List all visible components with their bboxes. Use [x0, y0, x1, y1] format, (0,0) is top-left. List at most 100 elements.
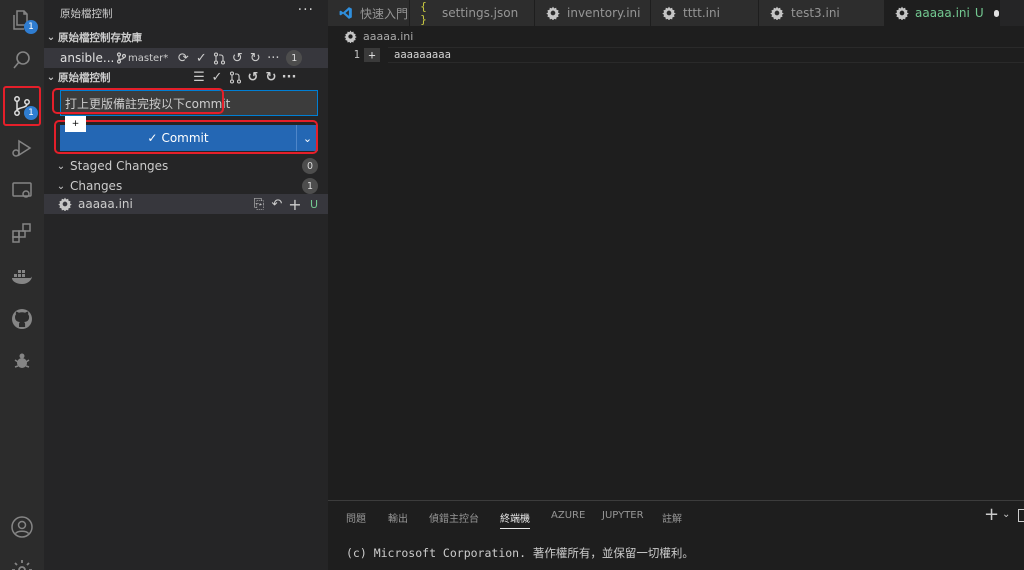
tab-tttt-ini[interactable]: tttt.ini — [651, 0, 759, 26]
chevron-down-icon: ⌄ — [56, 160, 66, 172]
source-control-sidebar: 原始檔控制 ··· ⌄ 原始檔控制存放庫 ansible... master* … — [44, 0, 328, 570]
panel-tab-jupyter[interactable]: JUPYTER — [602, 510, 644, 521]
gear-icon — [895, 6, 909, 20]
panel-tab-terminal[interactable]: 終端機 — [500, 510, 530, 529]
staged-count-badge: 0 — [302, 158, 318, 174]
panel-tab-problems[interactable]: 問題 — [346, 510, 366, 525]
explorer-badge: 1 — [24, 20, 38, 34]
refresh-icon[interactable]: ↻ — [262, 68, 280, 86]
discard-changes-icon[interactable]: ↶ — [268, 195, 286, 213]
tab-label: aaaaa.ini — [915, 6, 970, 20]
unsaved-dot-icon[interactable] — [993, 9, 999, 17]
highlight-commit-button — [54, 120, 318, 154]
search-button[interactable] — [0, 40, 44, 80]
gear-bug-icon — [14, 353, 30, 368]
repo-count-badge: 1 — [286, 50, 303, 66]
accounts-button[interactable] — [0, 507, 44, 547]
branch-indicator[interactable]: master* — [116, 52, 168, 64]
changed-file-row[interactable]: aaaaa.ini ⎘ ↶ + U — [44, 194, 328, 214]
new-terminal-plus-icon[interactable]: + — [984, 504, 999, 525]
activity-bar: 1 1 — [0, 0, 44, 570]
changed-file-name: aaaaa.ini — [78, 197, 133, 211]
scm-badge: 1 — [24, 106, 38, 120]
breadcrumb: aaaaa.ini — [344, 30, 413, 43]
pull-request-icon[interactable] — [210, 49, 228, 67]
tab-inventory-ini[interactable]: inventory.ini — [535, 0, 651, 26]
gear-icon — [344, 30, 357, 43]
panel-tab-debug-console[interactable]: 偵錯主控台 — [429, 510, 479, 525]
scm-section-title: 原始檔控制 — [58, 71, 111, 84]
changes-label: Changes — [70, 179, 123, 193]
highlight-commit-message — [52, 88, 224, 114]
repository-row[interactable]: ansible... master* ⟳ ✓ ↺ ↻ ··· 1 — [44, 48, 328, 68]
chevron-down-icon: ⌄ — [56, 180, 66, 192]
docker-icon — [12, 270, 32, 284]
editor-area[interactable]: aaaaa.ini 1 + aaaaaaaaa — [328, 26, 1024, 500]
vscode-icon — [338, 6, 354, 20]
chevron-down-icon: ⌄ — [46, 71, 56, 83]
tab-aaaaa-ini[interactable]: aaaaa.ini U — [885, 0, 1000, 26]
tab-label: settings.json — [442, 6, 519, 20]
remote-explorer-button[interactable] — [0, 170, 44, 210]
line-content: aaaaaaaaa — [394, 49, 451, 61]
gear-icon — [12, 560, 32, 570]
staged-changes-group[interactable]: ⌄ Staged Changes 0 — [44, 156, 328, 176]
commit-check-icon[interactable]: ✓ — [208, 68, 226, 86]
search-icon — [13, 51, 30, 69]
chevron-down-icon[interactable]: ⌄ — [1002, 509, 1010, 520]
github-button[interactable] — [0, 299, 44, 339]
chevron-down-icon: ⌄ — [46, 31, 56, 43]
commit-check-icon[interactable]: ✓ — [192, 49, 210, 67]
extensions-icon — [12, 223, 31, 243]
run-debug-button[interactable] — [0, 128, 44, 168]
branch-icon — [116, 52, 126, 64]
view-as-tree-icon[interactable]: ☰ — [190, 68, 208, 86]
pull-request-icon[interactable] — [226, 68, 244, 86]
terminal-output-line: (c) Microsoft Corporation. 著作權所有，並保留一切權利… — [346, 546, 694, 560]
stage-changes-icon[interactable]: + — [286, 195, 304, 214]
gear-icon — [769, 6, 785, 20]
tab-getting-started[interactable]: 快速入門 — [328, 0, 410, 26]
panel-tab-comments[interactable]: 註解 — [662, 510, 682, 525]
code-line[interactable]: 1 + aaaaaaaaa — [328, 47, 1024, 63]
repository-name: ansible... — [60, 51, 115, 65]
open-file-icon[interactable]: ⎘ — [250, 195, 268, 213]
json-braces-icon: { } — [420, 0, 427, 26]
history-icon[interactable]: ↺ — [228, 49, 246, 67]
tab-label: test3.ini — [791, 6, 840, 20]
repositories-section-title: 原始檔控制存放庫 — [58, 31, 142, 44]
split-terminal-icon[interactable] — [1018, 509, 1024, 522]
extensions-button[interactable] — [0, 213, 44, 253]
repositories-section-header[interactable]: ⌄ 原始檔控制存放庫 — [44, 28, 328, 46]
changes-group[interactable]: ⌄ Changes 1 — [44, 176, 328, 196]
source-control-button[interactable]: 1 — [3, 86, 41, 126]
remote-explorer-icon — [12, 182, 32, 198]
manage-button[interactable] — [0, 550, 44, 570]
gear-icon — [661, 6, 677, 20]
scm-more-icon[interactable]: ··· — [280, 68, 298, 86]
tab-test3-ini[interactable]: test3.ini — [759, 0, 885, 26]
run-debug-icon — [12, 139, 32, 157]
history-icon[interactable]: ↺ — [244, 68, 262, 86]
explorer-button[interactable]: 1 — [0, 0, 44, 40]
scm-section-header[interactable]: ⌄ 原始檔控制 ☰ ✓ ↺ ↻ ··· — [44, 68, 328, 86]
github-icon — [12, 309, 32, 329]
ansible-button[interactable] — [0, 342, 44, 382]
sync-icon[interactable]: ⟳ — [174, 49, 192, 67]
docker-button[interactable] — [0, 256, 44, 296]
cursor-tooltip: + — [65, 116, 86, 132]
breadcrumb-file[interactable]: aaaaa.ini — [363, 30, 413, 43]
tab-settings-json[interactable]: { } settings.json — [410, 0, 535, 26]
repo-more-icon[interactable]: ··· — [264, 49, 282, 67]
staged-changes-label: Staged Changes — [70, 159, 169, 173]
panel-tab-azure[interactable]: AZURE — [551, 510, 585, 521]
account-icon — [11, 516, 33, 538]
refresh-icon[interactable]: ↻ — [246, 49, 264, 67]
file-status-badge: U — [309, 197, 319, 211]
sidebar-more-button[interactable]: ··· — [298, 2, 314, 18]
panel-tab-output[interactable]: 輸出 — [388, 510, 408, 525]
editor-tab-bar: 快速入門 { } settings.json inventory.ini ttt… — [328, 0, 1024, 26]
add-comment-plus-icon[interactable]: + — [364, 48, 380, 62]
tab-label: tttt.ini — [683, 6, 720, 20]
gear-icon — [545, 6, 561, 20]
